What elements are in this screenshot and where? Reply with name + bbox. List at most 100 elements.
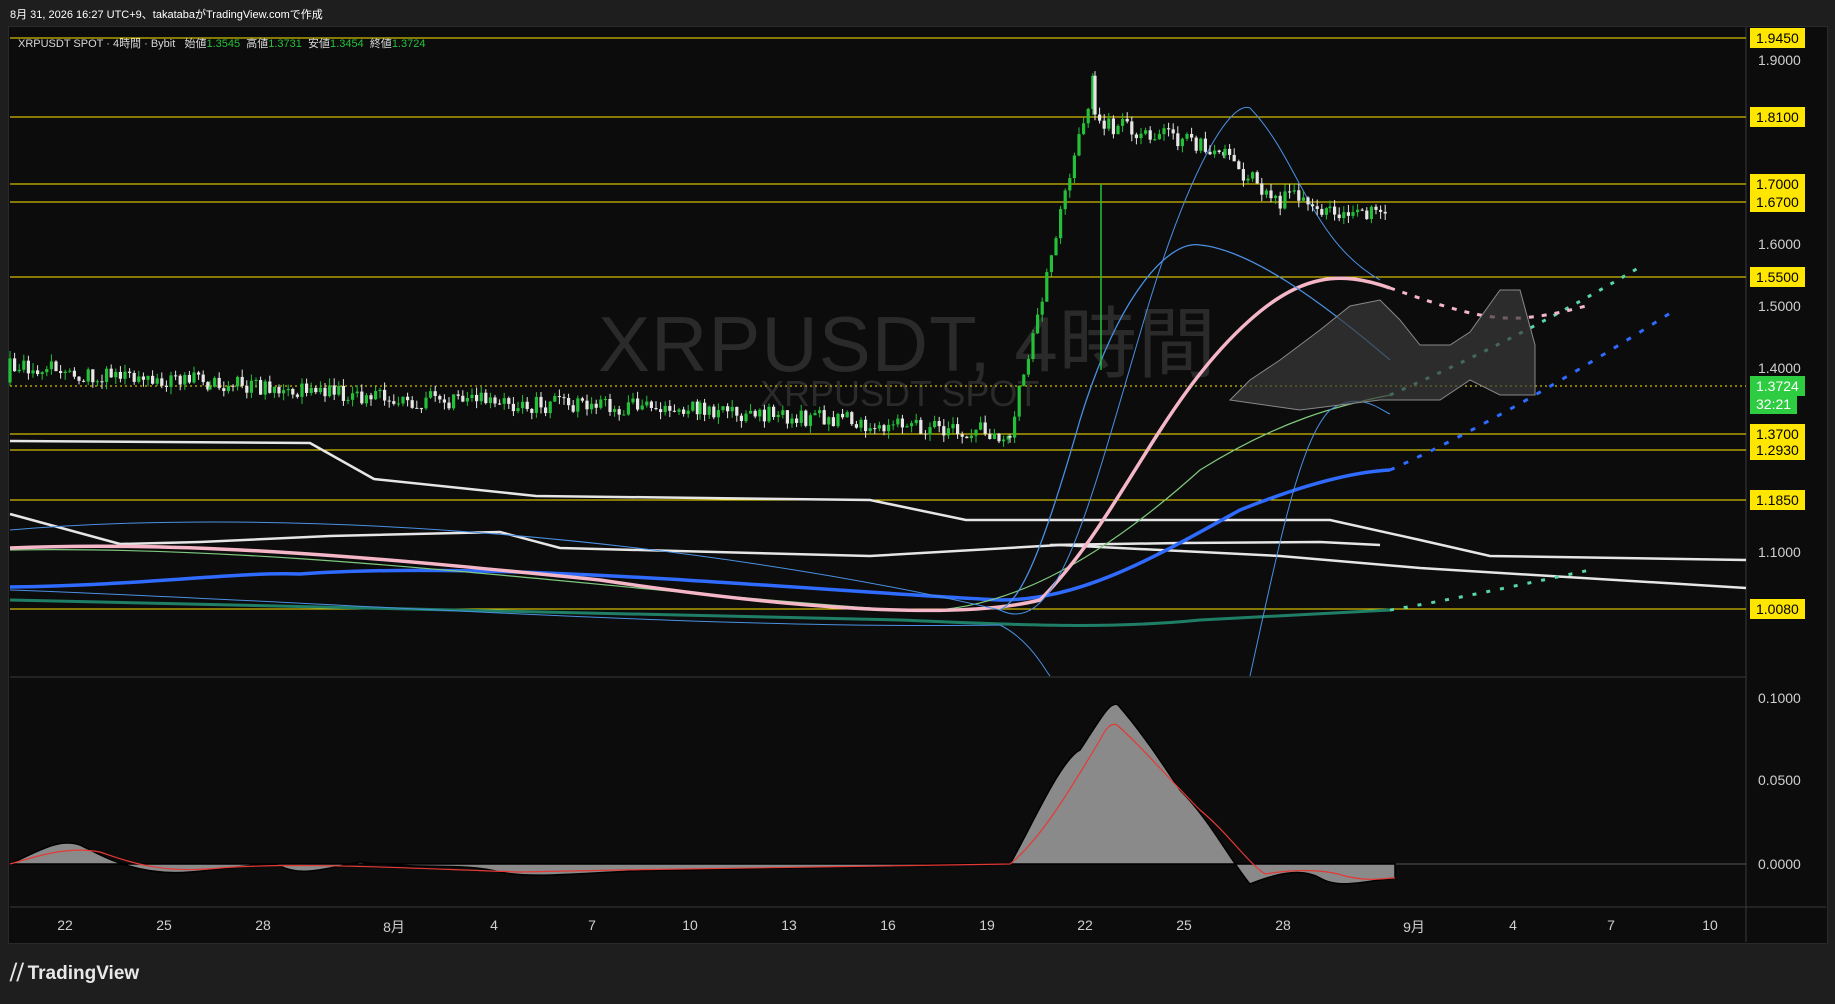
candle-body (576, 398, 580, 412)
candle-body (323, 387, 327, 397)
candle-body (1040, 301, 1044, 315)
candle-body (1176, 133, 1180, 147)
candle-body (26, 360, 30, 374)
candle-body (997, 433, 1001, 442)
candle-body (40, 372, 44, 375)
candle-body (1337, 214, 1341, 219)
candle-body (1002, 439, 1006, 442)
candle-body (956, 424, 960, 435)
candle-body (1264, 190, 1268, 195)
candle-body (68, 370, 72, 372)
candle-body (146, 375, 150, 380)
candle-body (1111, 118, 1115, 135)
candle-body (1180, 138, 1184, 147)
level-label-1.6700: 1.6700 (1750, 192, 1805, 212)
candle-body (686, 410, 690, 414)
candle-body (123, 371, 127, 379)
candle-body (1026, 359, 1030, 375)
candle-body (249, 380, 253, 393)
candle-body (178, 375, 182, 385)
brand-name: TradingView (27, 962, 140, 984)
candle-body (277, 386, 281, 394)
candle-body (1049, 255, 1053, 273)
time-tick-22: 22 (1077, 917, 1093, 933)
candle-body (484, 392, 488, 404)
time-tick-10: 10 (1702, 917, 1718, 933)
candle-body (1054, 238, 1058, 256)
candle-body (654, 407, 658, 410)
candle-body (1251, 172, 1255, 179)
candle-body (105, 368, 109, 382)
candle-body (1203, 138, 1207, 152)
candle-body (1063, 190, 1067, 210)
level-label-1.8100: 1.8100 (1750, 107, 1805, 127)
time-tick-25: 25 (1176, 917, 1192, 933)
candle-body (1098, 114, 1102, 121)
candle-body (309, 387, 313, 393)
candle-body (452, 394, 456, 409)
candle-body (31, 370, 35, 374)
candle-body (1292, 190, 1296, 192)
candle-body (1139, 133, 1143, 139)
candle-body (1017, 385, 1021, 417)
time-tick-28: 28 (255, 917, 271, 933)
candle-body (295, 394, 299, 397)
time-tick-28: 28 (1275, 917, 1291, 933)
osc-tick-0.0500: 0.0500 (1758, 772, 1801, 788)
price-tick-1.4000: 1.4000 (1758, 360, 1801, 376)
candle-body (795, 418, 799, 423)
time-tick-13: 13 (781, 917, 797, 933)
candle-body (137, 376, 141, 382)
candle-body (585, 400, 589, 410)
candle-body (739, 415, 743, 422)
price-tick-1.6000: 1.6000 (1758, 236, 1801, 252)
candle-body (13, 358, 17, 372)
candle-body (1068, 178, 1072, 191)
candle-body (337, 385, 341, 395)
candle-body (82, 380, 86, 382)
candle-body (254, 379, 258, 381)
candle-body (1213, 150, 1217, 155)
bb-upper (9, 106, 1381, 615)
current-price-label: 1.3724 (1750, 376, 1805, 396)
candle-body (1121, 118, 1125, 126)
candle-body (626, 402, 630, 415)
candle-body (118, 371, 122, 379)
candle-body (192, 372, 196, 383)
cloud (1228, 289, 1536, 411)
price-chart-canvas[interactable] (0, 0, 1835, 1004)
high-value: 1.3731 (268, 38, 302, 50)
candle-body (155, 378, 159, 384)
candle-body (346, 399, 350, 401)
tradingview-logo[interactable]: ⧸⧸ TradingView (10, 962, 139, 985)
level-label-1.0080: 1.0080 (1750, 599, 1805, 619)
candle-body (548, 401, 552, 414)
candle-body (960, 434, 964, 437)
candle-body (772, 406, 776, 418)
candle-body (502, 398, 506, 404)
candle-body (682, 409, 686, 414)
candle-body (63, 371, 67, 374)
candle-body (721, 406, 725, 411)
candle-body (151, 375, 155, 384)
candle-body (1217, 150, 1221, 153)
candle-body (726, 406, 730, 412)
candle-body (567, 397, 571, 406)
candle-body (396, 403, 400, 405)
candle-body (663, 405, 667, 413)
candle-body (1269, 190, 1273, 199)
candle-body (928, 427, 932, 435)
candle-body (1134, 134, 1138, 139)
candle-body (259, 379, 263, 395)
ma-blue (9, 468, 1391, 602)
time-tick-19: 19 (979, 917, 995, 933)
symbol-title[interactable]: XRPUSDT SPOT · 4時間 · Bybit (18, 38, 175, 50)
candle-body (109, 368, 113, 378)
candle-body (17, 369, 21, 372)
open-value: 1.3545 (206, 38, 241, 50)
level-label-1.2930: 1.2930 (1750, 440, 1805, 460)
bar-countdown-label: 32:21 (1750, 394, 1798, 414)
time-tick-16: 16 (880, 917, 896, 933)
candle-body (873, 428, 877, 430)
candle-body (410, 400, 414, 408)
